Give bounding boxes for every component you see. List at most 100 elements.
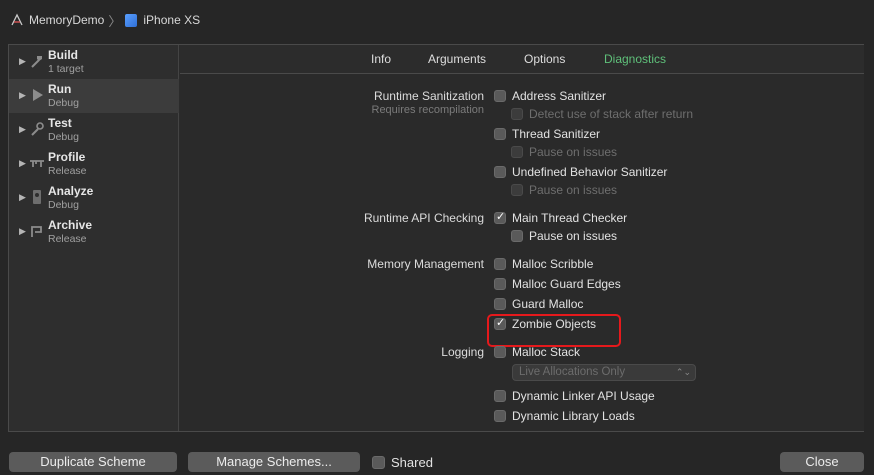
checkbox-box[interactable]	[494, 258, 506, 270]
breadcrumb-device[interactable]: iPhone XS	[143, 13, 200, 27]
sidebar-item-subtitle: Debug	[48, 199, 79, 211]
checkbox-box[interactable]	[511, 184, 523, 196]
checkbox-label: Malloc Stack	[512, 345, 581, 359]
checkbox-box[interactable]	[494, 166, 506, 178]
checkbox-box[interactable]	[494, 390, 506, 402]
sidebar-item-test[interactable]: ▶ Test Debug	[9, 113, 179, 147]
sidebar-item-title: Test	[48, 116, 72, 130]
sidebar-item-run[interactable]: ▶ Run Debug	[9, 79, 179, 113]
tab-arguments[interactable]: Arguments	[428, 52, 486, 66]
checkbox-label: Undefined Behavior Sanitizer	[512, 165, 668, 179]
breadcrumb-project[interactable]: MemoryDemo	[29, 13, 104, 27]
checkbox-box[interactable]	[494, 278, 506, 290]
wrench-icon	[29, 121, 45, 137]
checkbox-label: Main Thread Checker	[512, 211, 628, 225]
duplicate-scheme-button[interactable]: Duplicate Scheme	[9, 452, 177, 472]
checkbox-box[interactable]	[511, 108, 523, 120]
disclosure-triangle-icon[interactable]: ▶	[19, 56, 26, 67]
section-label-memory-management: Memory Management	[367, 257, 484, 271]
sidebar-item-subtitle: Debug	[48, 131, 79, 143]
dynamic-linker-api-usage-checkbox[interactable]: Dynamic Linker API Usage	[494, 389, 655, 403]
address-sanitizer-checkbox[interactable]: Address Sanitizer	[494, 89, 606, 103]
tab-info[interactable]: Info	[371, 52, 391, 66]
disclosure-triangle-icon[interactable]: ▶	[19, 90, 26, 101]
sidebar-item-title: Archive	[48, 218, 93, 232]
tab-options[interactable]: Options	[524, 52, 565, 66]
section-label-logging: Logging	[441, 345, 484, 359]
checkbox-label: Malloc Guard Edges	[512, 277, 621, 291]
sidebar-item-subtitle: Debug	[48, 97, 79, 109]
tab-diagnostics[interactable]: Diagnostics	[604, 52, 666, 66]
scheme-action-sidebar: ▶ Build 1 target ▶ Run Debug ▶ Test Debu…	[9, 45, 179, 431]
tab-bar: Info Arguments Options Diagnostics	[180, 45, 864, 74]
checkbox-label: Guard Malloc	[512, 297, 584, 311]
breadcrumb[interactable]: MemoryDemo 〉 iPhone XS	[10, 11, 200, 30]
detect-stack-after-return-checkbox[interactable]: Detect use of stack after return	[511, 107, 693, 121]
shared-checkbox[interactable]: Shared	[372, 455, 433, 470]
dynamic-library-loads-checkbox[interactable]: Dynamic Library Loads	[494, 409, 635, 423]
sidebar-item-title: Profile	[48, 150, 86, 164]
main-thread-checker-checkbox[interactable]: Main Thread Checker	[494, 210, 628, 225]
instruments-icon	[29, 155, 45, 171]
sidebar-item-title: Build	[48, 48, 78, 62]
disclosure-triangle-icon[interactable]: ▶	[19, 226, 26, 237]
ub-sanitizer-pause-checkbox[interactable]: Pause on issues	[511, 183, 617, 197]
checkbox-label: Shared	[391, 455, 433, 470]
malloc-stack-checkbox[interactable]: Malloc Stack	[494, 345, 580, 359]
malloc-guard-edges-checkbox[interactable]: Malloc Guard Edges	[494, 277, 621, 291]
checkbox-box[interactable]	[511, 230, 523, 242]
sidebar-item-profile[interactable]: ▶ Profile Release	[9, 147, 179, 181]
disclosure-triangle-icon[interactable]: ▶	[19, 158, 26, 169]
undefined-behavior-sanitizer-checkbox[interactable]: Undefined Behavior Sanitizer	[494, 165, 667, 179]
main-thread-pause-checkbox[interactable]: Pause on issues	[511, 229, 617, 243]
requires-recompilation-note: Requires recompilation	[371, 104, 485, 116]
sidebar-item-subtitle: Release	[48, 233, 87, 245]
thread-sanitizer-checkbox[interactable]: Thread Sanitizer	[494, 127, 600, 141]
section-label-runtime-api-checking: Runtime API Checking	[363, 211, 484, 225]
checkbox-box-checked[interactable]	[494, 210, 506, 224]
disclosure-triangle-icon[interactable]: ▶	[19, 192, 26, 203]
manage-schemes-button[interactable]: Manage Schemes...	[188, 452, 360, 472]
malloc-stack-mode-popup[interactable]: Live Allocations Only ⌃⌄	[512, 364, 696, 381]
up-down-chevron-icon: ⌃⌄	[675, 367, 691, 377]
checkbox-box[interactable]	[494, 410, 506, 422]
checkbox-box[interactable]	[511, 146, 523, 158]
checkbox-label: Dynamic Linker API Usage	[512, 389, 655, 403]
chevron-right-icon: 〉	[108, 13, 122, 29]
checkbox-box[interactable]	[494, 298, 506, 310]
section-label-runtime-sanitization: Runtime Sanitization	[373, 89, 484, 103]
sidebar-item-title: Analyze	[48, 184, 94, 198]
xcode-app-icon	[10, 13, 24, 27]
hammer-icon	[29, 53, 45, 69]
device-icon	[125, 13, 138, 27]
checkbox-box[interactable]	[494, 128, 506, 140]
scheme-breadcrumb-bar: MemoryDemo 〉 iPhone XS	[0, 0, 874, 40]
close-button[interactable]: Close	[780, 452, 864, 472]
popup-value: Live Allocations Only	[519, 366, 626, 378]
checkbox-label: Dynamic Library Loads	[512, 409, 635, 423]
checkbox-label: Malloc Scribble	[512, 257, 594, 271]
sidebar-item-subtitle: 1 target	[48, 63, 84, 75]
sidebar-item-subtitle: Release	[48, 165, 87, 177]
guard-malloc-checkbox[interactable]: Guard Malloc	[494, 297, 583, 311]
sidebar-item-analyze[interactable]: ▶ Analyze Debug	[9, 181, 179, 215]
checkbox-label: Pause on issues	[529, 229, 618, 243]
checkbox-label: Pause on issues	[529, 183, 618, 197]
disclosure-triangle-icon[interactable]: ▶	[19, 124, 26, 135]
checkbox-label: Thread Sanitizer	[512, 127, 601, 141]
sidebar-item-build[interactable]: ▶ Build 1 target	[9, 45, 179, 79]
archive-icon	[29, 223, 45, 239]
analyze-icon	[29, 189, 45, 205]
play-icon	[29, 87, 45, 103]
checkbox-label: Detect use of stack after return	[529, 107, 694, 121]
malloc-scribble-checkbox[interactable]: Malloc Scribble	[494, 257, 593, 271]
sidebar-item-title: Run	[48, 82, 72, 96]
checkbox-box[interactable]	[494, 90, 506, 102]
checkbox-label: Address Sanitizer	[512, 89, 607, 103]
checkbox-box[interactable]	[372, 456, 385, 469]
thread-sanitizer-pause-checkbox[interactable]: Pause on issues	[511, 145, 617, 159]
checkbox-label: Pause on issues	[529, 145, 618, 159]
sidebar-item-archive[interactable]: ▶ Archive Release	[9, 215, 179, 249]
annotation-highlight-box	[487, 314, 621, 347]
checkbox-box[interactable]	[494, 346, 506, 358]
